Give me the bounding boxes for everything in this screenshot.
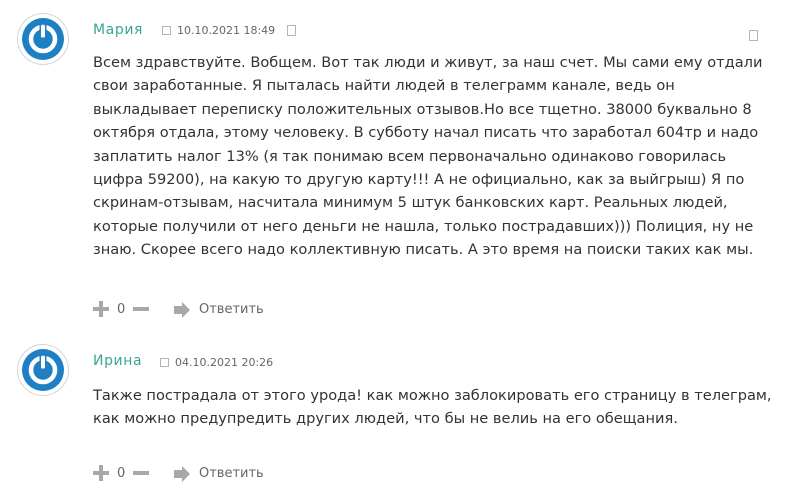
comment-text: Также пострадала от этого урода! как мож… bbox=[93, 387, 772, 428]
comment-checkbox-icon[interactable] bbox=[287, 25, 296, 36]
comment-date-text: 10.10.2021 18:49 bbox=[177, 24, 276, 37]
minus-icon[interactable] bbox=[133, 465, 149, 481]
avatar[interactable] bbox=[18, 345, 68, 395]
comment-text: Всем здравствуйте. Вобщем. Вот так люди … bbox=[93, 54, 763, 259]
reply-arrow-icon bbox=[174, 466, 190, 482]
avatar[interactable] bbox=[18, 14, 68, 64]
avatar-power-icon bbox=[22, 349, 64, 391]
reply-label: Ответить bbox=[199, 466, 264, 481]
reply-label: Ответить bbox=[199, 302, 264, 317]
date-icon bbox=[160, 357, 169, 367]
plus-icon[interactable] bbox=[93, 465, 109, 481]
plus-icon[interactable] bbox=[93, 301, 109, 317]
reply-arrow-icon bbox=[174, 302, 190, 318]
avatar-power-icon bbox=[22, 18, 64, 60]
comment-select-icon[interactable] bbox=[749, 30, 758, 41]
minus-icon[interactable] bbox=[133, 301, 149, 317]
comment-author[interactable]: Мария bbox=[93, 22, 143, 38]
comment-author[interactable]: Ирина bbox=[93, 353, 142, 369]
comment-date-text: 04.10.2021 20:26 bbox=[175, 356, 274, 369]
comment-date: 04.10.2021 20:26 bbox=[160, 356, 273, 369]
date-icon bbox=[162, 25, 171, 35]
vote-count: 0 bbox=[117, 466, 126, 481]
vote-count: 0 bbox=[117, 302, 126, 317]
comment-date: 10.10.2021 18:49 bbox=[162, 24, 275, 37]
